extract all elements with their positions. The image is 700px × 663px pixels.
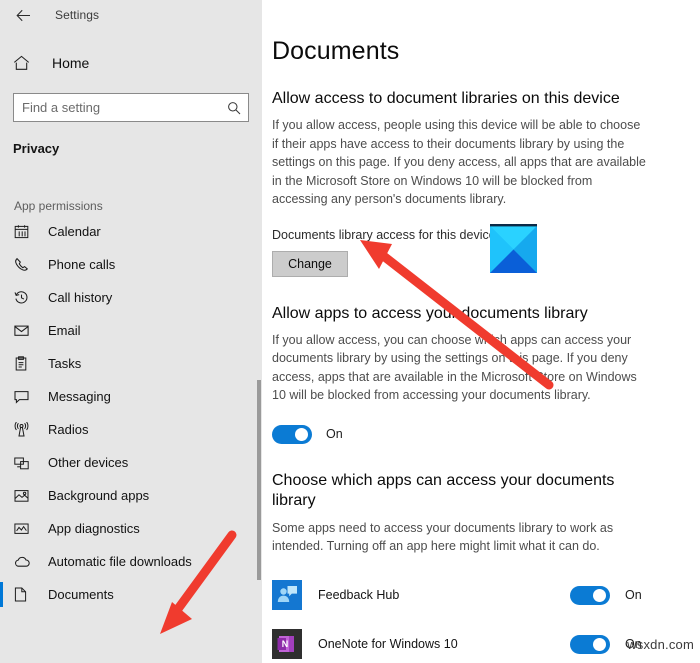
sidebar-item-tasks[interactable]: Tasks: [0, 347, 262, 380]
sidebar-item-calendar[interactable]: Calendar: [0, 215, 262, 248]
apps-access-toggle-row: On: [272, 424, 700, 444]
sidebar-item-label: Messaging: [48, 389, 111, 404]
chat-bubble-icon: [14, 390, 34, 404]
sidebar-item-home[interactable]: Home: [0, 46, 262, 80]
settings-window: Settings Home Privacy App permissions: [0, 0, 700, 663]
main-content: Documents Allow access to document libra…: [262, 0, 700, 663]
toggle-knob: [295, 427, 308, 441]
envelope-icon: [14, 324, 34, 337]
choose-apps-heading: Choose which apps can access your docume…: [272, 471, 615, 509]
sidebar-group-label: App permissions: [14, 199, 103, 213]
sidebar-item-app-diagnostics[interactable]: App diagnostics: [0, 512, 262, 545]
apps-access-section: Allow apps to access your documents libr…: [272, 304, 700, 444]
sidebar-item-label: Other devices: [48, 455, 129, 470]
windows-store-logo-icon: [490, 222, 537, 274]
device-access-body: If you allow access, people using this d…: [272, 118, 646, 206]
sidebar-nav-list: Calendar Phone calls Call history Email …: [0, 215, 262, 611]
toggle-knob: [593, 637, 606, 651]
sidebar: Settings Home Privacy App permissions: [0, 0, 262, 663]
apps-access-toggle-label: On: [326, 427, 343, 441]
search-icon[interactable]: [221, 93, 246, 122]
sidebar-item-automatic-file-downloads[interactable]: Automatic file downloads: [0, 545, 262, 578]
cloud-download-icon: [14, 556, 34, 568]
page-title: Documents: [272, 37, 400, 65]
app-name: OneNote for Windows 10: [318, 637, 458, 651]
device-access-heading: Allow access to document libraries on th…: [272, 90, 620, 107]
sidebar-section-title: Privacy: [13, 141, 60, 156]
sidebar-item-radios[interactable]: Radios: [0, 413, 262, 446]
search-container: [13, 93, 249, 122]
onenote-icon: N: [272, 629, 302, 659]
apps-access-heading: Allow apps to access your documents libr…: [272, 304, 588, 322]
choose-apps-section: Choose which apps can access your docume…: [272, 471, 700, 663]
sidebar-item-email[interactable]: Email: [0, 314, 262, 347]
feedback-hub-icon: [272, 580, 302, 610]
sidebar-item-other-devices[interactable]: Other devices: [0, 446, 262, 479]
sidebar-item-label: Phone calls: [48, 257, 116, 272]
app-toggle[interactable]: [570, 634, 610, 654]
sidebar-item-label: Automatic file downloads: [48, 554, 192, 569]
title-bar: Settings: [0, 0, 262, 30]
sidebar-item-messaging[interactable]: Messaging: [0, 380, 262, 413]
radio-tower-icon: [14, 422, 34, 437]
choose-apps-body: Some apps need to access your documents …: [272, 520, 614, 554]
sidebar-item-phone-calls[interactable]: Phone calls: [0, 248, 262, 281]
sidebar-item-background-apps[interactable]: Background apps: [0, 479, 262, 512]
search-input[interactable]: [13, 93, 249, 122]
apps-access-toggle[interactable]: [272, 424, 312, 444]
devices-icon: [14, 456, 34, 470]
app-toggle[interactable]: [570, 585, 610, 605]
sidebar-item-documents[interactable]: Documents: [0, 578, 262, 611]
back-arrow-icon[interactable]: [10, 2, 36, 28]
window-title: Settings: [55, 8, 100, 22]
calendar-icon: [14, 224, 34, 239]
home-icon: [13, 55, 35, 71]
watermark: wsxdn.com: [627, 637, 694, 652]
sidebar-item-label: Email: [48, 323, 81, 338]
change-button[interactable]: Change: [272, 250, 348, 277]
app-row: Feedback Hub On: [272, 571, 700, 620]
call-history-icon: [14, 290, 34, 305]
sidebar-item-label: Background apps: [48, 488, 150, 503]
sidebar-item-home-label: Home: [52, 55, 90, 71]
sidebar-item-label: Radios: [48, 422, 89, 437]
document-icon: [14, 587, 34, 602]
sidebar-item-label: Call history: [48, 290, 113, 305]
toggle-knob: [593, 588, 606, 602]
change-row: Change: [272, 250, 700, 277]
background-apps-icon: [14, 489, 34, 503]
sidebar-item-label: Documents: [48, 587, 114, 602]
phone-icon: [14, 257, 34, 272]
app-name: Feedback Hub: [318, 588, 400, 602]
app-toggle-label: On: [625, 588, 642, 602]
svg-text:N: N: [282, 639, 289, 649]
sidebar-item-label: App diagnostics: [48, 521, 140, 536]
app-toggle-container: On: [570, 585, 700, 605]
sidebar-item-call-history[interactable]: Call history: [0, 281, 262, 314]
diagnostics-icon: [14, 522, 34, 535]
device-access-status: Documents library access for this device…: [272, 227, 526, 242]
sidebar-item-label: Calendar: [48, 224, 101, 239]
device-access-section: Allow access to document libraries on th…: [272, 89, 700, 277]
sidebar-scrollbar-thumb[interactable]: [257, 380, 261, 580]
apps-access-body: If you allow access, you can choose whic…: [272, 332, 637, 403]
sidebar-item-label: Tasks: [48, 356, 82, 371]
clipboard-icon: [14, 356, 34, 371]
